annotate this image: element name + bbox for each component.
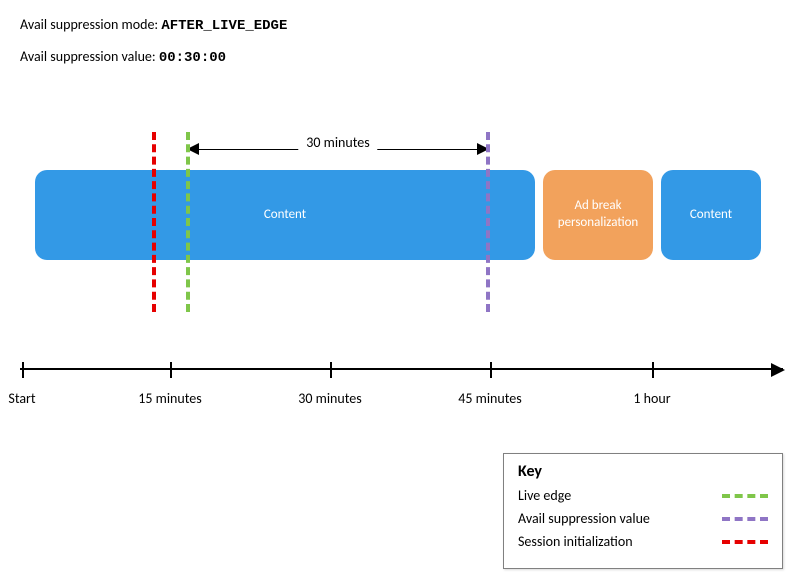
legend-row: Session initialization [518, 533, 768, 550]
duration-arrow: 30 minutes [188, 142, 488, 156]
content-block-1: Content [35, 170, 535, 260]
content-block-2-label: Content [690, 207, 732, 224]
timeline-tick [22, 362, 24, 378]
timeline-tick-label: 30 minutes [298, 390, 361, 407]
timeline-tick [652, 362, 654, 378]
duration-arrow-label: 30 minutes [298, 134, 377, 151]
timeline-tick-label: Start [8, 390, 35, 407]
timeline-tick-label: 45 minutes [458, 390, 521, 407]
legend-items: Live edge Avail suppression value Session … [518, 487, 768, 550]
content-block-1-label: Content [264, 207, 306, 224]
timeline-arrowhead-icon [771, 363, 785, 377]
ad-break-label: Ad break personalization [558, 198, 639, 232]
ad-break-block: Ad break personalization [543, 170, 653, 260]
timeline-axis: Start15 minutes30 minutes45 minutes1 hou… [20, 368, 783, 370]
content-block-2: Content [661, 170, 761, 260]
timeline-tick [490, 362, 492, 378]
legend-row: Live edge [518, 487, 768, 504]
timeline-tick-label: 1 hour [633, 390, 670, 407]
legend-row: Avail suppression value [518, 510, 768, 527]
timeline-tick [330, 362, 332, 378]
legend-box: Key Live edge Avail suppression value Sess… [503, 453, 783, 569]
diagram-canvas: 30 minutes Content Ad break personalizat… [0, 0, 803, 587]
legend-row-label: Avail suppression value [518, 510, 650, 527]
timeline-tick [170, 362, 172, 378]
timeline-tick-label: 15 minutes [138, 390, 201, 407]
legend-row-label: Session initialization [518, 533, 633, 550]
legend-row-label: Live edge [518, 487, 571, 504]
legend-title: Key [518, 462, 768, 481]
